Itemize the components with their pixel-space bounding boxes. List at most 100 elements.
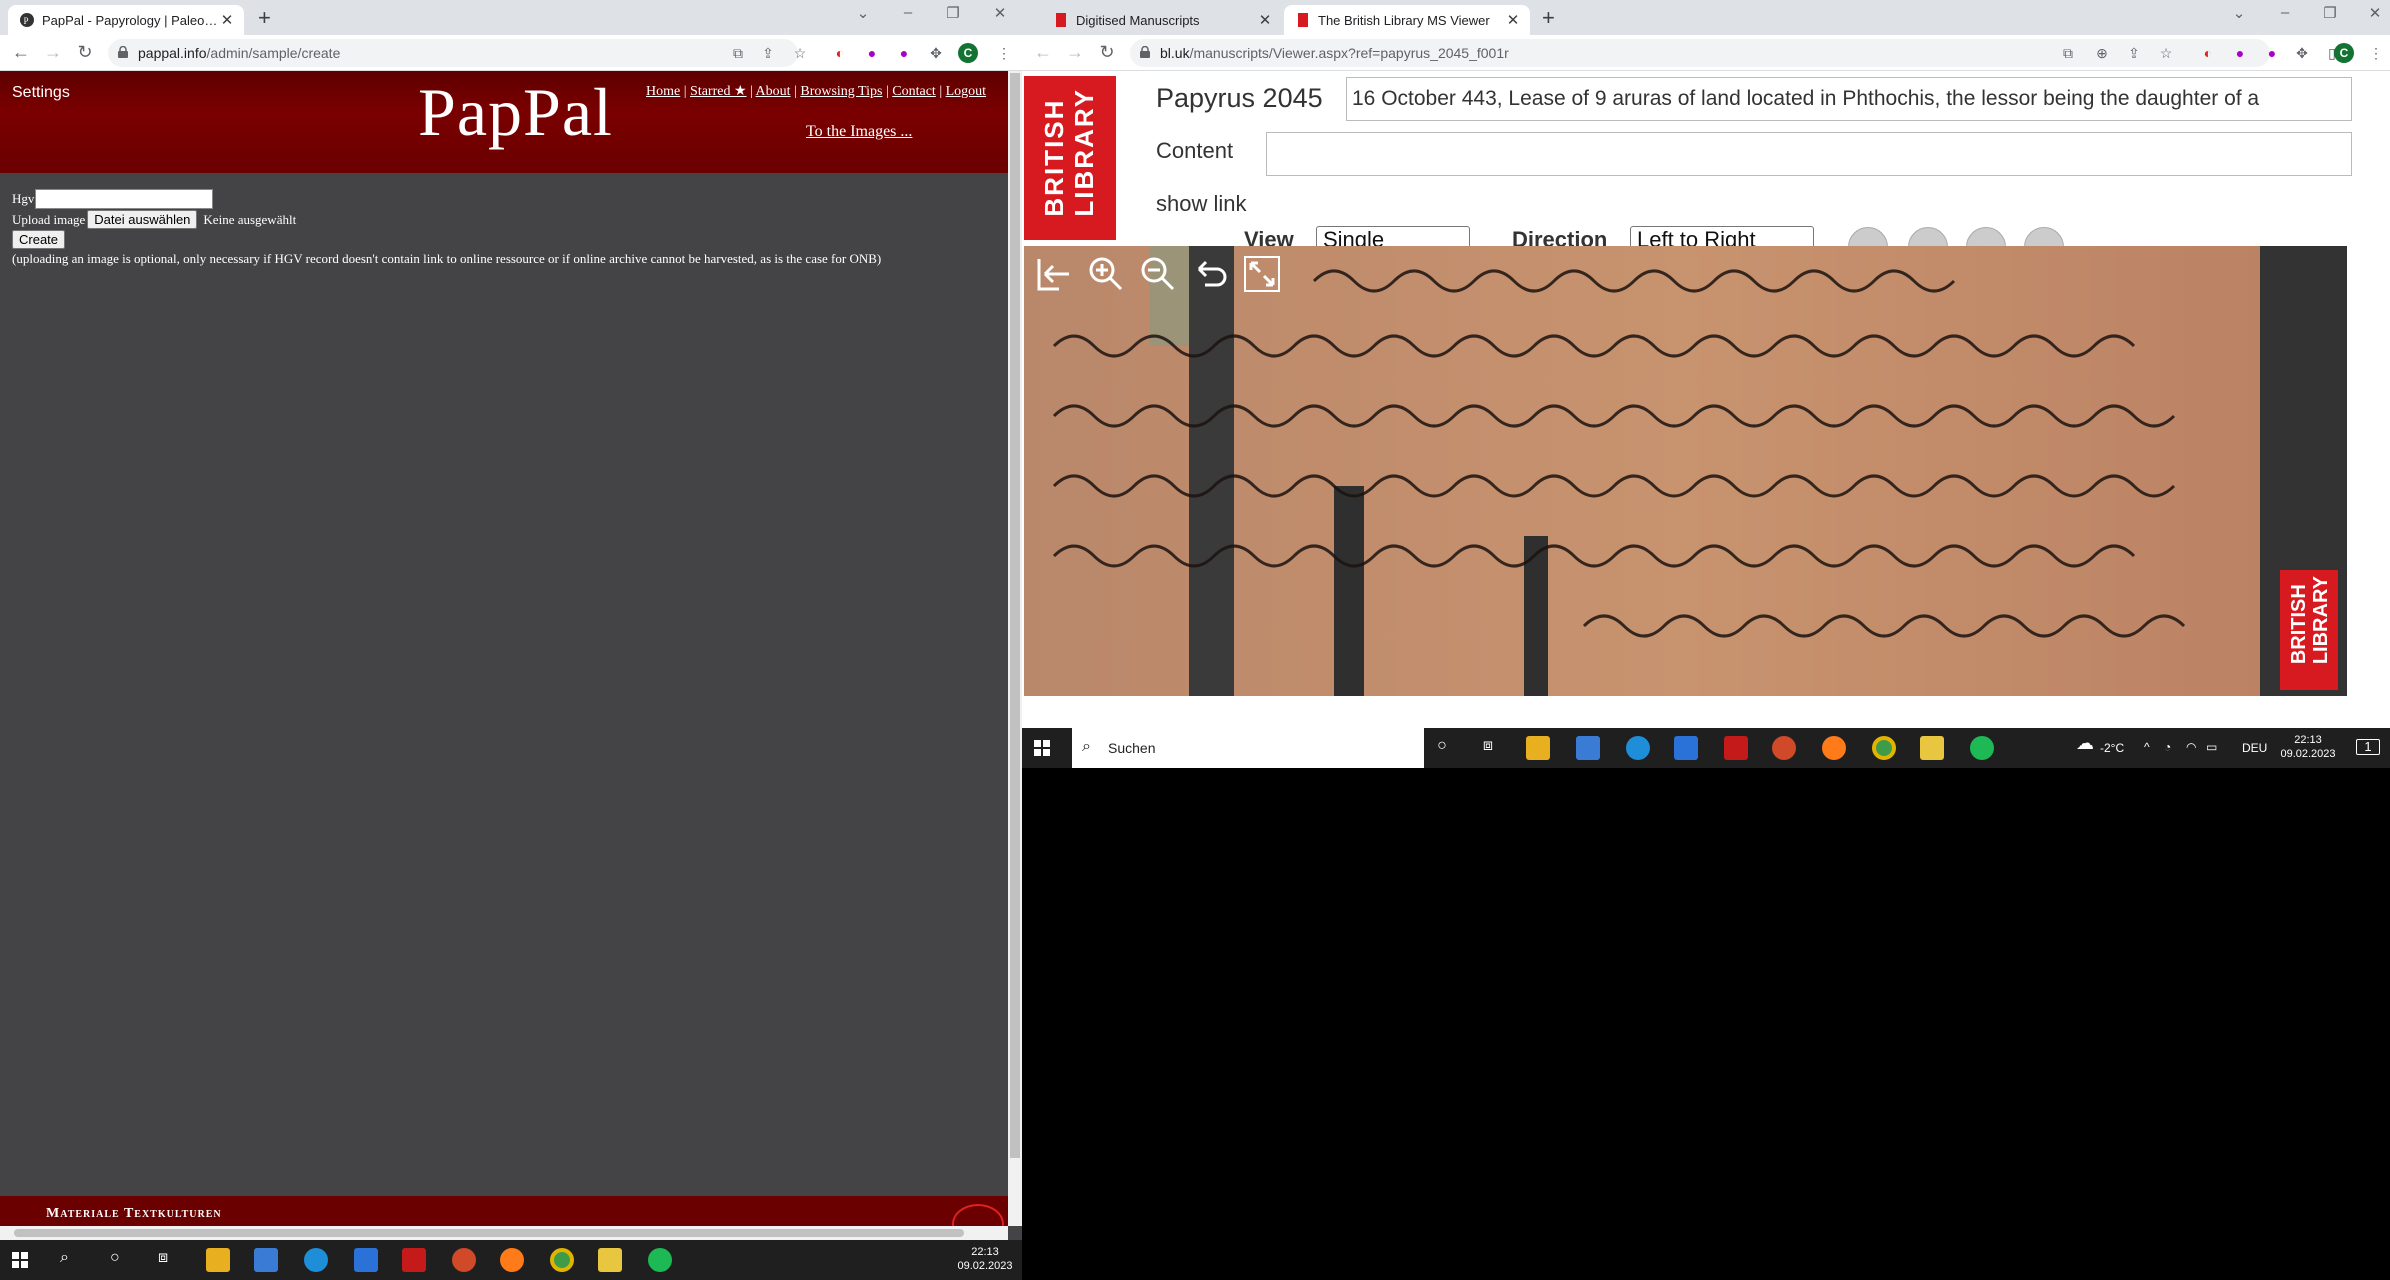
fullscreen-icon[interactable]	[1240, 252, 1284, 296]
weather-icon[interactable]: ☁	[2076, 734, 2094, 752]
zoom-icon[interactable]: ⊕	[2092, 43, 2112, 63]
reload-icon[interactable]: ↻	[1096, 41, 1118, 63]
task-view-icon[interactable]: ⧈	[1478, 738, 1498, 754]
extension-purple-icon[interactable]: ●	[2230, 43, 2250, 63]
minimize-icon[interactable]: –	[895, 4, 921, 21]
back-icon[interactable]: ←	[1032, 41, 1054, 63]
close-window-icon[interactable]: ✕	[987, 4, 1013, 22]
extension-red-icon[interactable]: ◐	[2198, 43, 2218, 63]
bookmark-star-icon[interactable]: ☆	[2156, 43, 2176, 63]
zoom-in-icon[interactable]	[1084, 252, 1128, 296]
spotify-icon[interactable]	[1970, 736, 1994, 760]
back-icon[interactable]: ←	[10, 41, 32, 63]
notification-center-icon[interactable]: 1	[2356, 739, 2380, 755]
profile-avatar[interactable]: C	[2334, 43, 2354, 63]
horizontal-scrollbar[interactable]	[0, 1226, 1008, 1240]
taskbar-search-box[interactable]: ⌕ Suchen	[1072, 728, 1424, 768]
menu-dots-icon[interactable]: ⋮	[2366, 43, 2386, 63]
reload-icon[interactable]: ↻	[74, 41, 96, 63]
manuscript-image-viewer[interactable]: BRITISH LIBRARY	[1024, 246, 2347, 696]
show-link[interactable]: show link	[1156, 191, 1246, 217]
restore-icon[interactable]: ❐	[940, 4, 966, 22]
settings-link[interactable]: Settings	[12, 84, 70, 102]
windows-start-icon[interactable]	[1034, 740, 1050, 756]
vertical-scrollbar[interactable]	[1008, 71, 1022, 1226]
rotate-icon[interactable]	[1188, 252, 1232, 296]
acrobat-icon[interactable]	[402, 1248, 426, 1272]
extension-vb-icon[interactable]: ●	[894, 43, 914, 63]
british-library-logo[interactable]: BRITISH LIBRARY	[1024, 76, 1116, 240]
manuscript-description[interactable]: 16 October 443, Lease of 9 aruras of lan…	[1346, 77, 2352, 121]
profile-avatar[interactable]: C	[958, 43, 978, 63]
windows-start-icon[interactable]	[12, 1252, 28, 1268]
tab-bl-ms-viewer[interactable]: The British Library MS Viewer ✕	[1284, 5, 1530, 35]
close-tab-icon[interactable]: ✕	[218, 11, 236, 29]
weather-temp[interactable]: -2°C	[2100, 741, 2124, 755]
restore-icon[interactable]: ❐	[2317, 4, 2343, 22]
nav-about[interactable]: About	[756, 84, 791, 99]
nav-contact[interactable]: Contact	[892, 84, 936, 99]
search-icon[interactable]: ⌕	[60, 1250, 69, 1266]
clock[interactable]: 22:13 09.02.2023	[950, 1245, 1020, 1273]
vertical-scroll-thumb[interactable]	[1010, 73, 1020, 1158]
clock[interactable]: 22:13 09.02.2023	[2276, 733, 2340, 761]
zoom-out-icon[interactable]	[1136, 252, 1180, 296]
translate-icon[interactable]: ⧉	[728, 43, 748, 63]
extensions-puzzle-icon[interactable]: ✥	[2292, 43, 2312, 63]
tray-network-icon[interactable]: ◔	[2164, 740, 2171, 754]
chrome-icon[interactable]	[550, 1248, 574, 1272]
nav-logout[interactable]: Logout	[946, 84, 986, 99]
to-images-link[interactable]: To the Images ...	[806, 123, 912, 141]
content-field[interactable]	[1266, 132, 2352, 176]
address-bar[interactable]: pappal.info/admin/sample/create	[108, 39, 798, 67]
powerpoint-icon[interactable]	[452, 1248, 476, 1272]
cortana-icon[interactable]: ○	[1432, 738, 1452, 754]
extension-purple-icon[interactable]: ●	[862, 43, 882, 63]
menu-dots-icon[interactable]: ⋮	[994, 43, 1014, 63]
acrobat-icon[interactable]	[1724, 736, 1748, 760]
nav-home[interactable]: Home	[646, 84, 680, 99]
tab-pappal[interactable]: P PapPal - Papyrology | Paleography ✕	[8, 5, 244, 35]
sticky-notes-icon[interactable]	[1920, 736, 1944, 760]
tab-search-icon[interactable]: ⌄	[850, 4, 876, 22]
tray-chevron-icon[interactable]: ^	[2144, 740, 2150, 754]
language-indicator[interactable]: DEU	[2242, 741, 2267, 755]
store-icon[interactable]	[254, 1248, 278, 1272]
new-tab-button[interactable]: +	[1542, 6, 1555, 30]
close-window-icon[interactable]: ✕	[2362, 4, 2388, 22]
forward-icon[interactable]: →	[42, 41, 64, 63]
close-tab-icon[interactable]: ✕	[1256, 11, 1274, 29]
cortana-icon[interactable]: ○	[110, 1250, 120, 1266]
tab-digitised-manuscripts[interactable]: Digitised Manuscripts ✕	[1042, 5, 1282, 35]
edge-icon[interactable]	[1626, 736, 1650, 760]
mail-icon[interactable]	[354, 1248, 378, 1272]
minimize-icon[interactable]: –	[2272, 4, 2298, 21]
tray-battery-icon[interactable]: ▭	[2206, 740, 2217, 754]
nav-browsing-tips[interactable]: Browsing Tips	[800, 84, 882, 99]
firefox-icon[interactable]	[1822, 736, 1846, 760]
exit-viewer-icon[interactable]	[1032, 252, 1076, 296]
extension-red-icon[interactable]: ◐	[830, 43, 850, 63]
tab-search-icon[interactable]: ⌄	[2226, 4, 2252, 22]
share-icon[interactable]: ⇪	[2124, 43, 2144, 63]
translate-icon[interactable]: ⧉	[2058, 43, 2078, 63]
sticky-notes-icon[interactable]	[598, 1248, 622, 1272]
store-icon[interactable]	[1576, 736, 1600, 760]
extension-vb-icon[interactable]: ●	[2262, 43, 2282, 63]
extensions-puzzle-icon[interactable]: ✥	[926, 43, 946, 63]
tray-wifi-icon[interactable]: ◠	[2186, 740, 2196, 754]
bookmark-star-icon[interactable]: ☆	[790, 43, 810, 63]
task-view-icon[interactable]: ⧈	[158, 1250, 168, 1266]
edge-icon[interactable]	[304, 1248, 328, 1272]
nav-starred[interactable]: Starred ★	[690, 84, 746, 99]
spotify-icon[interactable]	[648, 1248, 672, 1272]
mail-icon[interactable]	[1674, 736, 1698, 760]
new-tab-button[interactable]: +	[258, 6, 271, 30]
file-explorer-icon[interactable]	[1526, 736, 1550, 760]
horizontal-scroll-thumb[interactable]	[14, 1229, 964, 1237]
file-explorer-icon[interactable]	[206, 1248, 230, 1272]
hgv-input[interactable]	[35, 189, 214, 209]
firefox-icon[interactable]	[500, 1248, 524, 1272]
forward-icon[interactable]: →	[1064, 41, 1086, 63]
close-tab-icon[interactable]: ✕	[1504, 11, 1522, 29]
